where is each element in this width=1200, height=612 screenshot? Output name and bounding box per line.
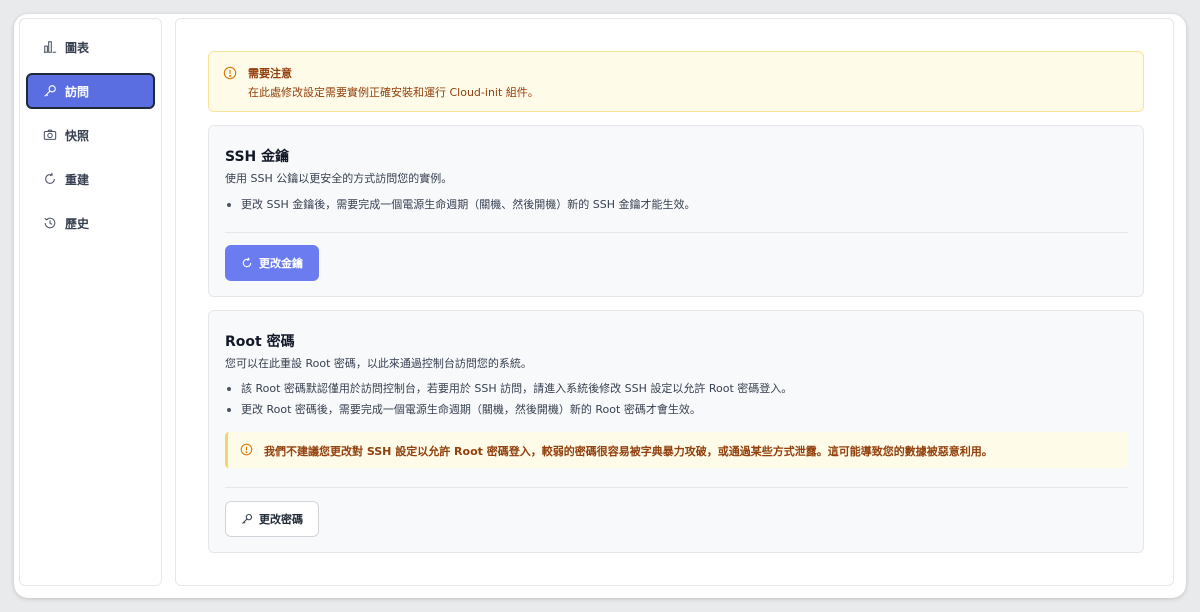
root-description: 您可以在此重設 Root 密碼，以此來通過控制台訪問您的系統。 [225, 357, 532, 370]
sidebar-item-label: 重建 [65, 172, 90, 187]
history-icon [44, 217, 56, 229]
chart-icon [43, 41, 57, 53]
ssh-bullet-list: 更改 SSH 金鑰後，需要完成一個電源生命週期（關機、然後開機）新的 SSH 金… [225, 194, 695, 215]
list-item: 更改 SSH 金鑰後，需要完成一個電源生命週期（關機、然後開機）新的 SSH 金… [225, 194, 695, 215]
sidebar-item-history[interactable]: 歷史 [26, 205, 155, 241]
key-icon [44, 85, 56, 97]
app-window: 圖表 訪問 快照 重建 歷史 需要注意 在此處修改設定需要實例正確安裝和運行 C… [14, 14, 1186, 598]
change-key-button[interactable]: 更改金鑰 [225, 245, 319, 281]
ssh-title: SSH 金鑰 [225, 149, 290, 165]
camera-icon [43, 129, 57, 140]
sidebar: 圖表 訪問 快照 重建 歷史 [19, 18, 162, 586]
notice-title: 需要注意 [248, 67, 292, 80]
sidebar-item-label: 訪問 [65, 84, 90, 99]
root-password-card: Root 密碼 您可以在此重設 Root 密碼，以此來通過控制台訪問您的系統。 … [208, 310, 1144, 553]
notice-text: 在此處修改設定需要實例正確安裝和運行 Cloud-init 組件。 [248, 86, 539, 99]
warning-icon [223, 66, 237, 80]
sidebar-item-rebuild[interactable]: 重建 [26, 161, 155, 197]
key-icon [242, 513, 253, 524]
sidebar-item-chart[interactable]: 圖表 [26, 29, 155, 65]
sidebar-item-label: 歷史 [65, 216, 90, 231]
change-password-label: 更改密碼 [259, 513, 303, 526]
root-warning-text: 我們不建議您更改對 SSH 設定以允許 Root 密碼登入，較弱的密碼很容易被字… [264, 445, 993, 458]
refresh-icon [45, 172, 55, 184]
root-bullet-list: 該 Root 密碼默認僅用於訪問控制台，若要用於 SSH 訪問，請進入系統後修改… [225, 378, 792, 420]
notice-alert: 需要注意 在此處修改設定需要實例正確安裝和運行 Cloud-init 組件。 [208, 51, 1144, 112]
divider [225, 232, 1128, 233]
divider [225, 487, 1128, 488]
root-title: Root 密碼 [225, 334, 295, 350]
ssh-key-card: SSH 金鑰 使用 SSH 公鑰以更安全的方式訪問您的實例。 更改 SSH 金鑰… [208, 125, 1144, 297]
refresh-icon [242, 257, 252, 268]
root-warning: 我們不建議您更改對 SSH 設定以允許 Root 密碼登入，較弱的密碼很容易被字… [225, 432, 1128, 468]
list-item: 該 Root 密碼默認僅用於訪問控制台，若要用於 SSH 訪問，請進入系統後修改… [225, 378, 792, 399]
list-item: 更改 Root 密碼後，需要完成一個電源生命週期（關機，然後開機）新的 Root… [225, 399, 792, 420]
warning-icon [240, 443, 253, 456]
main-content: 需要注意 在此處修改設定需要實例正確安裝和運行 Cloud-init 組件。 S… [175, 18, 1174, 586]
ssh-description: 使用 SSH 公鑰以更安全的方式訪問您的實例。 [225, 172, 453, 185]
sidebar-item-access[interactable]: 訪問 [26, 73, 155, 109]
sidebar-item-snapshot[interactable]: 快照 [26, 117, 155, 153]
change-key-label: 更改金鑰 [259, 257, 303, 270]
sidebar-item-label: 快照 [65, 128, 90, 143]
change-password-button[interactable]: 更改密碼 [225, 501, 319, 537]
sidebar-item-label: 圖表 [65, 40, 90, 55]
